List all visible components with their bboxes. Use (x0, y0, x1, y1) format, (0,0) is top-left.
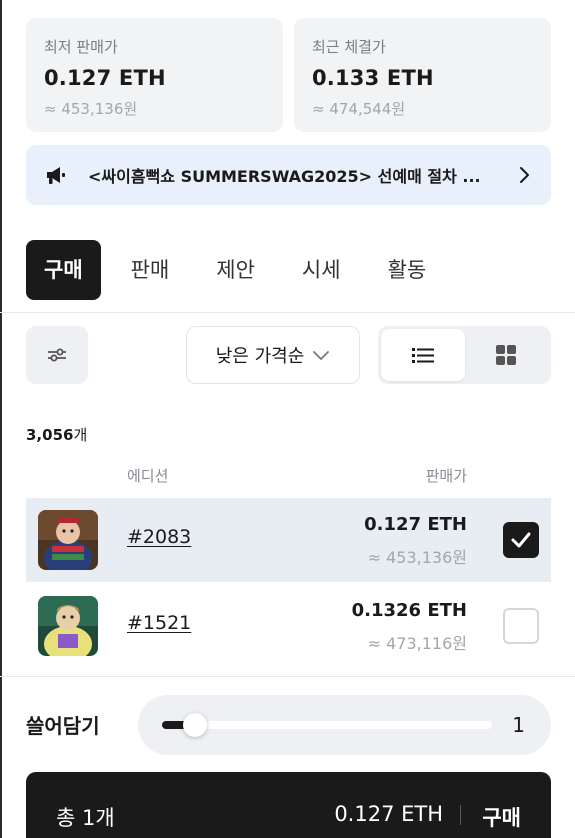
total-price: 0.127 ETH (334, 802, 443, 826)
tab-offer[interactable]: 제안 (216, 240, 255, 300)
lowest-price-label: 최저 판매가 (44, 38, 118, 56)
nft-thumbnail (38, 510, 98, 570)
edition-link[interactable]: #2083 (127, 526, 191, 548)
lowest-price-card: 최저 판매가 0.127 ETH ≈ 453,136원 (26, 18, 283, 132)
lowest-price-eth: 0.127 ETH (44, 66, 166, 90)
sweep-slider-handle[interactable] (183, 713, 207, 737)
divider (0, 676, 575, 677)
lowest-price-krw: ≈ 453,136원 (44, 100, 138, 118)
list-icon (412, 348, 434, 363)
total-count: 총 1개 (56, 806, 115, 830)
tab-sell[interactable]: 판매 (131, 240, 170, 300)
page: 최저 판매가 0.127 ETH ≈ 453,136원 최근 체결가 0.133… (0, 0, 575, 838)
tab-activity[interactable]: 활동 (388, 240, 427, 300)
buy-button[interactable]: 구매 (482, 802, 521, 832)
row-price-eth: 0.1326 ETH (351, 600, 467, 621)
edition-link[interactable]: #1521 (127, 612, 191, 634)
column-header-edition: 에디션 (127, 467, 169, 485)
row-price-krw: ≈ 453,136원 (367, 548, 467, 567)
column-header-price: 판매가 (425, 467, 467, 485)
sweep-label: 쓸어담기 (26, 714, 100, 738)
sweep-slider-track[interactable] (162, 713, 492, 737)
list-item[interactable]: #1521 0.1326 ETH ≈ 473,116원 (26, 584, 551, 668)
list-item[interactable]: #2083 0.127 ETH ≈ 453,136원 (26, 498, 551, 582)
recent-price-krw: ≈ 474,544원 (312, 100, 406, 118)
view-toggle (378, 326, 551, 384)
result-count: 3,056개 (26, 424, 87, 445)
chevron-down-icon (313, 351, 330, 360)
result-count-unit: 개 (73, 426, 88, 444)
grid-icon (496, 345, 516, 365)
tab-buy[interactable]: 구매 (26, 240, 101, 300)
sliders-icon (48, 348, 66, 362)
row-price-eth: 0.127 ETH (364, 514, 467, 535)
megaphone-icon (47, 167, 65, 184)
tab-market-price[interactable]: 시세 (302, 240, 341, 300)
notice-banner[interactable]: <싸이흠뻑쇼 SUMMERSWAG2025> 선예매 절차 ... (26, 145, 551, 205)
sweep-value: 1 (512, 713, 525, 737)
filter-button[interactable] (26, 326, 88, 384)
recent-price-label: 최근 체결가 (312, 38, 386, 56)
buy-bar: 총 1개 0.127 ETH 구매 (26, 772, 551, 838)
left-border (0, 0, 2, 838)
row-price-krw: ≈ 473,116원 (367, 634, 467, 653)
sort-label: 낮은 가격순 (215, 346, 305, 367)
row-checkbox-checked[interactable] (503, 522, 539, 558)
list-view-button[interactable] (381, 329, 465, 381)
recent-price-eth: 0.133 ETH (312, 66, 434, 90)
notice-text: <싸이흠뻑쇼 SUMMERSWAG2025> 선예매 절차 ... (88, 167, 481, 186)
row-checkbox-unchecked[interactable] (503, 608, 539, 644)
sort-dropdown[interactable]: 낮은 가격순 (186, 326, 360, 384)
nft-thumbnail (38, 596, 98, 656)
divider (0, 312, 575, 313)
separator (460, 805, 461, 825)
grid-view-button[interactable] (464, 329, 548, 381)
tab-bar: 구매 판매 제안 시세 활동 (26, 240, 473, 300)
sweep-control: 1 (138, 695, 551, 755)
chevron-right-icon (520, 167, 529, 183)
checkmark-icon (511, 532, 531, 548)
result-count-number: 3,056 (26, 426, 74, 444)
recent-price-card: 최근 체결가 0.133 ETH ≈ 474,544원 (294, 18, 551, 132)
